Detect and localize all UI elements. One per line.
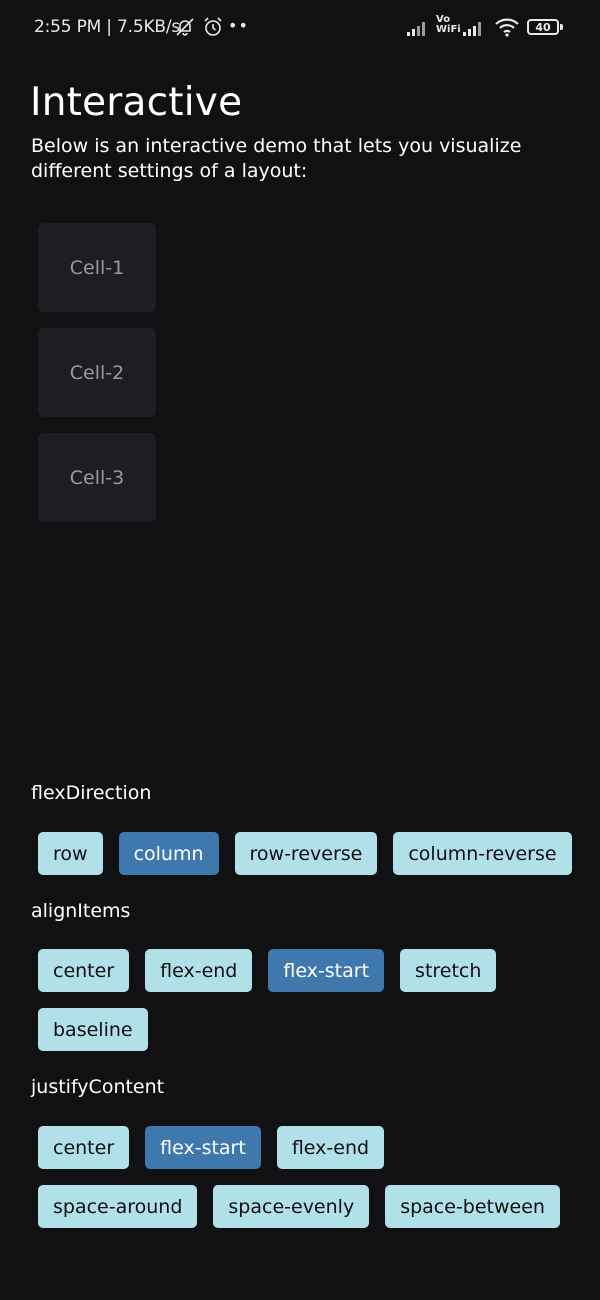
align-items-options-row-1: center flex-end flex-start stretch [38,949,497,992]
flex-direction-row-reverse-button[interactable]: row-reverse [234,832,378,875]
demo-cell-1: Cell-1 [38,223,156,312]
align-items-baseline-button[interactable]: baseline [38,1008,148,1051]
flex-direction-column-button[interactable]: column [118,832,219,875]
alarm-icon [204,17,222,36]
flex-direction-options: row column row-reverse column-reverse [38,832,572,875]
justify-content-options-row-2: space-around space-evenly space-between [38,1185,560,1228]
status-time: 2:55 PM | 7.5KB/s [34,17,181,37]
justify-content-flex-start-button[interactable]: flex-start [145,1126,261,1169]
battery-icon: 40 [527,19,559,35]
align-items-flex-start-button[interactable]: flex-start [268,949,385,992]
align-items-label: alignItems [31,900,131,922]
align-items-center-button[interactable]: center [38,949,130,992]
wifi-icon [495,18,519,37]
justify-content-label: justifyContent [31,1076,165,1098]
bell-off-icon [176,18,194,36]
flex-direction-column-reverse-button[interactable]: column-reverse [393,832,572,875]
page-description: Below is an interactive demo that lets y… [31,135,522,182]
status-bar: 2:55 PM | 7.5KB/s •• Vo WiFi 40 [0,0,600,56]
flex-direction-row-button[interactable]: row [38,832,103,875]
align-items-stretch-button[interactable]: stretch [400,949,497,992]
justify-content-center-button[interactable]: center [38,1126,130,1169]
justify-content-flex-end-button[interactable]: flex-end [276,1126,385,1169]
signal-icon [407,22,425,36]
vowifi-icon: Vo WiFi [436,15,461,35]
battery-level: 40 [535,20,551,34]
justify-content-space-evenly-button[interactable]: space-evenly [213,1185,370,1228]
demo-layout-container: Cell-1 Cell-2 Cell-3 [38,223,156,538]
vowifi-bottom-label: WiFi [436,24,461,35]
demo-cell-3: Cell-3 [38,433,156,522]
align-items-flex-end-button[interactable]: flex-end [145,949,253,992]
justify-content-space-between-button[interactable]: space-between [385,1185,560,1228]
signal-icon [463,22,481,36]
more-dots-icon: •• [228,16,249,35]
align-items-options-row-2: baseline [38,1008,148,1051]
justify-content-options-row-1: center flex-start flex-end [38,1126,385,1169]
flex-direction-label: flexDirection [31,782,152,804]
battery-tip [560,24,563,30]
demo-cell-2: Cell-2 [38,328,156,417]
justify-content-space-around-button[interactable]: space-around [38,1185,198,1228]
page-title: Interactive [30,80,243,125]
